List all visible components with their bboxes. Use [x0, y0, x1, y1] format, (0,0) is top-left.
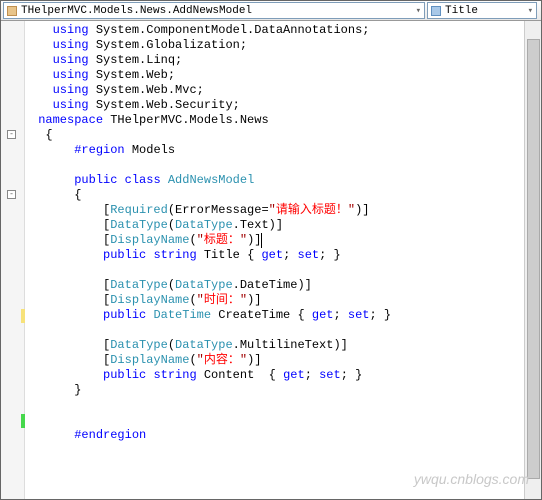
code-line [31, 398, 38, 412]
code-line: { [31, 188, 81, 202]
outline-toggle[interactable]: - [7, 130, 16, 139]
code-line [31, 158, 38, 172]
code-line: #endregion [31, 428, 146, 442]
code-line: [DisplayName("时间：")] [31, 293, 261, 307]
code-line: public DateTime CreateTime { get; set; } [31, 308, 391, 322]
chevron-down-icon: ▾ [416, 6, 421, 16]
outline-gutter[interactable]: -- [1, 21, 25, 499]
code-line [31, 263, 38, 277]
code-line: [DataType(DataType.MultilineText)] [31, 338, 348, 352]
code-line: public string Content { get; set; } [31, 368, 362, 382]
code-line: } [31, 383, 81, 397]
code-line [31, 323, 38, 337]
change-marker [21, 309, 25, 323]
code-line: namespace THelperMVC.Models.News [31, 113, 269, 127]
code-line: using System.Linq; [31, 53, 182, 67]
code-line: using System.Web; [31, 68, 175, 82]
class-icon [7, 6, 17, 16]
change-marker [21, 414, 25, 428]
outline-toggle[interactable]: - [7, 190, 16, 199]
code-line: [Required(ErrorMessage="请输入标题！")] [31, 203, 369, 217]
code-line: [DisplayName("内容：")] [31, 353, 261, 367]
code-editor[interactable]: using System.ComponentModel.DataAnnotati… [25, 21, 541, 499]
code-line: { [31, 128, 53, 142]
code-line: using System.ComponentModel.DataAnnotati… [31, 23, 369, 37]
code-line [31, 413, 38, 427]
scrollbar-thumb[interactable] [527, 39, 540, 479]
code-line: [DataType(DataType.Text)] [31, 218, 283, 232]
code-line: [DataType(DataType.DateTime)] [31, 278, 312, 292]
code-line: [DisplayName("标题：")] [31, 233, 262, 247]
code-line: using System.Web.Mvc; [31, 83, 204, 97]
namespace-text: THelperMVC.Models.News.AddNewsModel [21, 5, 252, 17]
chevron-down-icon: ▾ [528, 6, 533, 16]
code-line: using System.Globalization; [31, 38, 247, 52]
code-line [31, 443, 38, 457]
code-line: #region Models [31, 143, 175, 157]
watermark: ywqu.cnblogs.com [414, 471, 529, 487]
member-dropdown[interactable]: Title ▾ [427, 2, 537, 19]
code-line: public class AddNewsModel [31, 173, 254, 187]
property-icon [431, 6, 441, 16]
namespace-dropdown[interactable]: THelperMVC.Models.News.AddNewsModel ▾ [3, 2, 425, 19]
member-text: Title [445, 5, 478, 17]
vertical-scrollbar[interactable] [524, 21, 541, 499]
code-line: using System.Web.Security; [31, 98, 240, 112]
code-line: public string Title { get; set; } [31, 248, 341, 262]
editor-area: -- using System.ComponentModel.DataAnnot… [1, 21, 541, 499]
breadcrumb-bar: THelperMVC.Models.News.AddNewsModel ▾ Ti… [1, 1, 541, 21]
